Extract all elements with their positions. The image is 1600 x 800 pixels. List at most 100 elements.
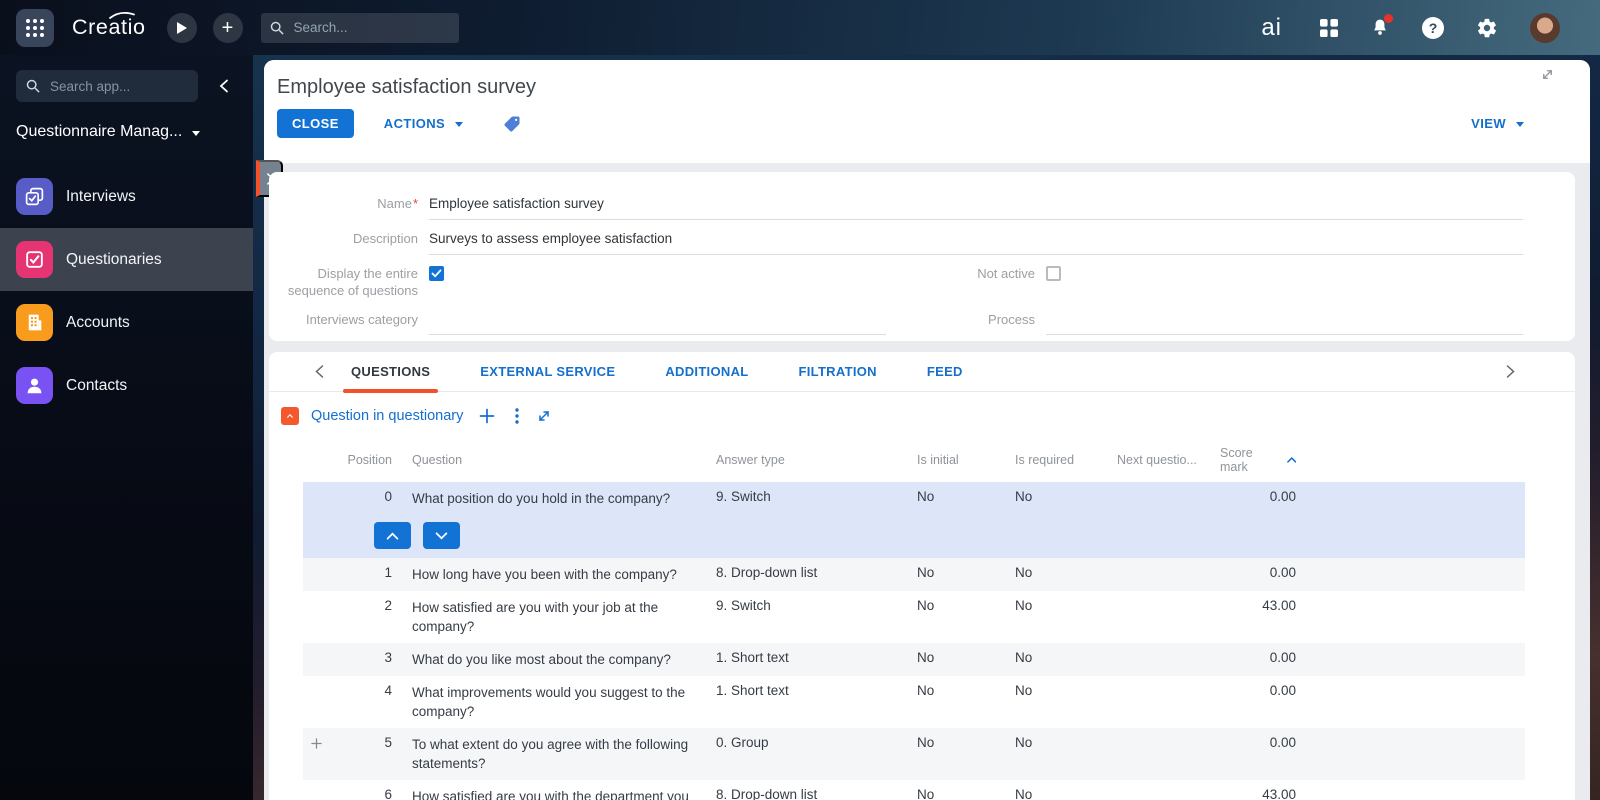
- table-header-row: Position Question Answer type Is initial…: [303, 442, 1525, 482]
- topbar-actions: ai ?: [1255, 12, 1600, 43]
- cell-question: To what extent do you agree with the fol…: [412, 737, 689, 771]
- process-field[interactable]: [1046, 309, 1523, 335]
- tab-feed[interactable]: FEED: [919, 352, 971, 391]
- search-icon: [26, 79, 40, 93]
- table-row[interactable]: 6 How satisfied are you with the departm…: [303, 780, 1525, 800]
- cell-is-required: No: [1015, 735, 1033, 750]
- sidebar-item-questionaries[interactable]: Questionaries: [0, 228, 253, 291]
- app-search-input[interactable]: [48, 77, 178, 95]
- cell-is-required: No: [1015, 787, 1033, 800]
- cell-score-mark: 43.00: [1262, 787, 1296, 800]
- cell-score-mark: 0.00: [1269, 683, 1296, 698]
- top-bar: Creatio + ai: [0, 0, 1600, 55]
- cell-position: 0: [384, 489, 392, 504]
- global-search-input[interactable]: [291, 19, 442, 36]
- column-header-answer-type[interactable]: Answer type: [713, 453, 917, 467]
- chevron-up-icon: [287, 414, 293, 418]
- tabs-panel: QUESTIONS EXTERNAL SERVICE ADDITIONAL FI…: [269, 352, 1575, 800]
- table-row[interactable]: 3 What do you like most about the compan…: [303, 643, 1525, 676]
- cell-position: 2: [384, 598, 392, 613]
- global-search[interactable]: [260, 12, 459, 43]
- cell-is-initial: No: [917, 489, 935, 504]
- tabs-scroll-right-button[interactable]: [1501, 352, 1520, 391]
- cell-question: What position do you hold in the company…: [412, 491, 671, 506]
- plus-icon: [311, 738, 322, 749]
- expand-diagonal-icon: [539, 411, 550, 421]
- sidebar-collapse-button[interactable]: [214, 75, 234, 97]
- display-sequence-checkbox[interactable]: [429, 266, 444, 281]
- marketplace-apps-button[interactable]: [1320, 18, 1338, 37]
- cell-is-initial: No: [917, 683, 935, 698]
- detail-menu-button[interactable]: [513, 406, 521, 426]
- creatio-ai-button[interactable]: ai: [1255, 15, 1288, 41]
- cell-score-mark: 0.00: [1269, 565, 1296, 580]
- cell-answer-type: 9. Switch: [716, 598, 771, 613]
- plus-icon: [479, 408, 495, 424]
- tab-filtration[interactable]: FILTRATION: [791, 352, 885, 391]
- column-header-is-required[interactable]: Is required: [1015, 453, 1117, 467]
- cell-answer-type: 8. Drop-down list: [716, 565, 818, 580]
- questionaries-icon: [16, 241, 53, 278]
- sidebar-item-accounts[interactable]: Accounts: [0, 291, 253, 354]
- table-row[interactable]: 1 How long have you been with the compan…: [303, 558, 1525, 591]
- expand-group-button[interactable]: [311, 738, 322, 749]
- tab-external-service[interactable]: EXTERNAL SERVICE: [472, 352, 623, 391]
- creatio-logo: Creatio: [72, 11, 146, 40]
- display-sequence-label: Display the entire sequence of questions: [287, 266, 418, 298]
- kebab-menu-icon: [515, 408, 520, 424]
- sidebar-item-contacts[interactable]: Contacts: [0, 354, 253, 417]
- interviews-category-field[interactable]: [429, 309, 886, 335]
- table-row-selected[interactable]: 0 What position do you hold in the compa…: [303, 482, 1525, 558]
- column-header-score-mark[interactable]: Score mark: [1220, 446, 1296, 474]
- column-header-next-question[interactable]: Next questio...: [1117, 453, 1220, 467]
- app-launcher-button[interactable]: [16, 8, 54, 47]
- cell-is-initial: No: [917, 650, 935, 665]
- page-title: Employee satisfaction survey: [277, 76, 537, 98]
- move-up-button[interactable]: [374, 522, 411, 549]
- cell-score-mark: 43.00: [1262, 598, 1296, 613]
- expand-diagonal-icon: [1543, 70, 1552, 79]
- user-avatar[interactable]: [1530, 12, 1560, 43]
- detail-collapse-button[interactable]: [281, 407, 299, 425]
- view-button[interactable]: VIEW: [1465, 115, 1530, 132]
- cell-position: 6: [384, 787, 392, 800]
- detail-expand-button[interactable]: [535, 407, 553, 425]
- chevron-down-icon: [1516, 122, 1524, 127]
- run-process-button[interactable]: [166, 12, 197, 43]
- move-down-button[interactable]: [423, 522, 460, 549]
- tab-additional[interactable]: ADDITIONAL: [657, 352, 756, 391]
- add-question-button[interactable]: [477, 406, 497, 426]
- fullscreen-toggle-button[interactable]: [1539, 66, 1556, 83]
- name-field[interactable]: Employee satisfaction survey: [429, 193, 1523, 220]
- chevron-down-icon: [455, 122, 464, 127]
- detail-header: Question in questionary: [281, 406, 1575, 426]
- app-search[interactable]: [16, 70, 198, 102]
- column-header-question[interactable]: Question: [395, 451, 713, 470]
- workplace-selector[interactable]: Questionnaire Manag...: [16, 123, 253, 141]
- not-active-label: Not active: [977, 266, 1035, 281]
- description-field[interactable]: Surveys to assess employee satisfaction: [429, 228, 1523, 255]
- not-active-checkbox[interactable]: [1046, 266, 1061, 281]
- table-row-group[interactable]: 5 To what extent do you agree with the f…: [303, 728, 1525, 780]
- close-button[interactable]: CLOSE: [277, 109, 354, 138]
- table-row[interactable]: 4 What improvements would you suggest to…: [303, 676, 1525, 728]
- sidebar-item-interviews[interactable]: Interviews: [0, 165, 253, 228]
- chevron-down-icon: [192, 130, 201, 136]
- quick-add-button[interactable]: +: [212, 12, 243, 43]
- column-header-position[interactable]: Position: [303, 453, 395, 467]
- help-button[interactable]: ?: [1422, 16, 1444, 39]
- sidebar-nav: Interviews Questionaries Accounts Contac…: [0, 165, 253, 417]
- cell-score-mark: 0.00: [1269, 735, 1296, 750]
- tab-questions[interactable]: QUESTIONS: [343, 352, 439, 393]
- settings-button[interactable]: [1476, 17, 1498, 39]
- cell-is-required: No: [1015, 489, 1033, 504]
- contacts-icon: [16, 367, 53, 404]
- table-row[interactable]: 2 How satisfied are you with your job at…: [303, 591, 1525, 643]
- actions-button[interactable]: ACTIONS: [378, 115, 469, 132]
- cell-answer-type: 9. Switch: [716, 489, 771, 504]
- column-header-is-initial[interactable]: Is initial: [917, 453, 1015, 467]
- tabs-scroll-left-button[interactable]: [310, 352, 329, 391]
- interviews-category-label: Interviews category: [306, 312, 418, 327]
- tags-button[interactable]: [497, 114, 527, 134]
- notifications-button[interactable]: [1370, 14, 1393, 38]
